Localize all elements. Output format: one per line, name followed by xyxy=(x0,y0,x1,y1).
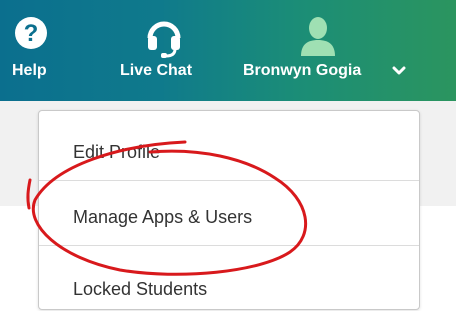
user-name-label: Bronwyn Gogia xyxy=(243,62,362,79)
help-label: Help xyxy=(12,62,47,79)
live-chat-button[interactable]: Live Chat xyxy=(110,0,222,101)
headset-icon xyxy=(144,16,184,63)
help-circle-icon: ? xyxy=(14,16,48,55)
menu-item-label: Manage Apps & Users xyxy=(73,207,253,227)
user-menu-button[interactable]: Bronwyn Gogia xyxy=(230,0,430,101)
user-silhouette-icon xyxy=(300,16,336,61)
svg-text:?: ? xyxy=(24,20,39,47)
menu-item-label: Locked Students xyxy=(73,279,208,299)
help-button[interactable]: ? Help xyxy=(0,0,62,101)
chevron-down-icon xyxy=(392,64,406,82)
live-chat-label: Live Chat xyxy=(120,62,193,79)
user-dropdown-menu: Edit Profile Manage Apps & Users Locked … xyxy=(38,110,420,310)
top-nav-bar: ? Help Live Chat Bronwyn Gogia xyxy=(0,0,456,101)
menu-item-label: Edit Profile xyxy=(73,142,161,162)
menu-item-manage-apps-users[interactable]: Manage Apps & Users xyxy=(39,186,419,246)
menu-item-edit-profile[interactable]: Edit Profile xyxy=(39,121,419,181)
menu-item-locked-students[interactable]: Locked Students xyxy=(39,251,419,311)
